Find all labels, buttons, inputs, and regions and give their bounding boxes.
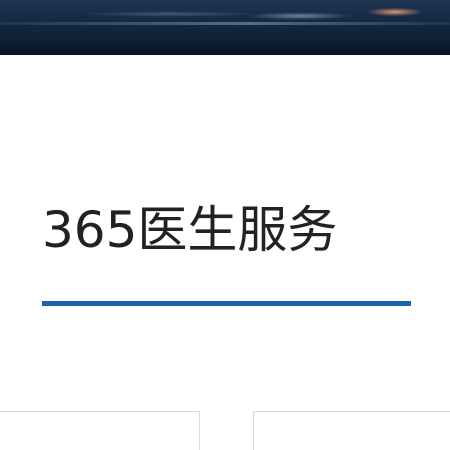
service-card-right[interactable]	[253, 411, 450, 450]
hero-banner-image	[0, 0, 450, 55]
title-underline-divider	[42, 301, 411, 306]
section-title: 365医生服务	[42, 201, 338, 259]
page: 365医生服务	[0, 0, 450, 450]
service-card-left[interactable]	[0, 411, 200, 450]
